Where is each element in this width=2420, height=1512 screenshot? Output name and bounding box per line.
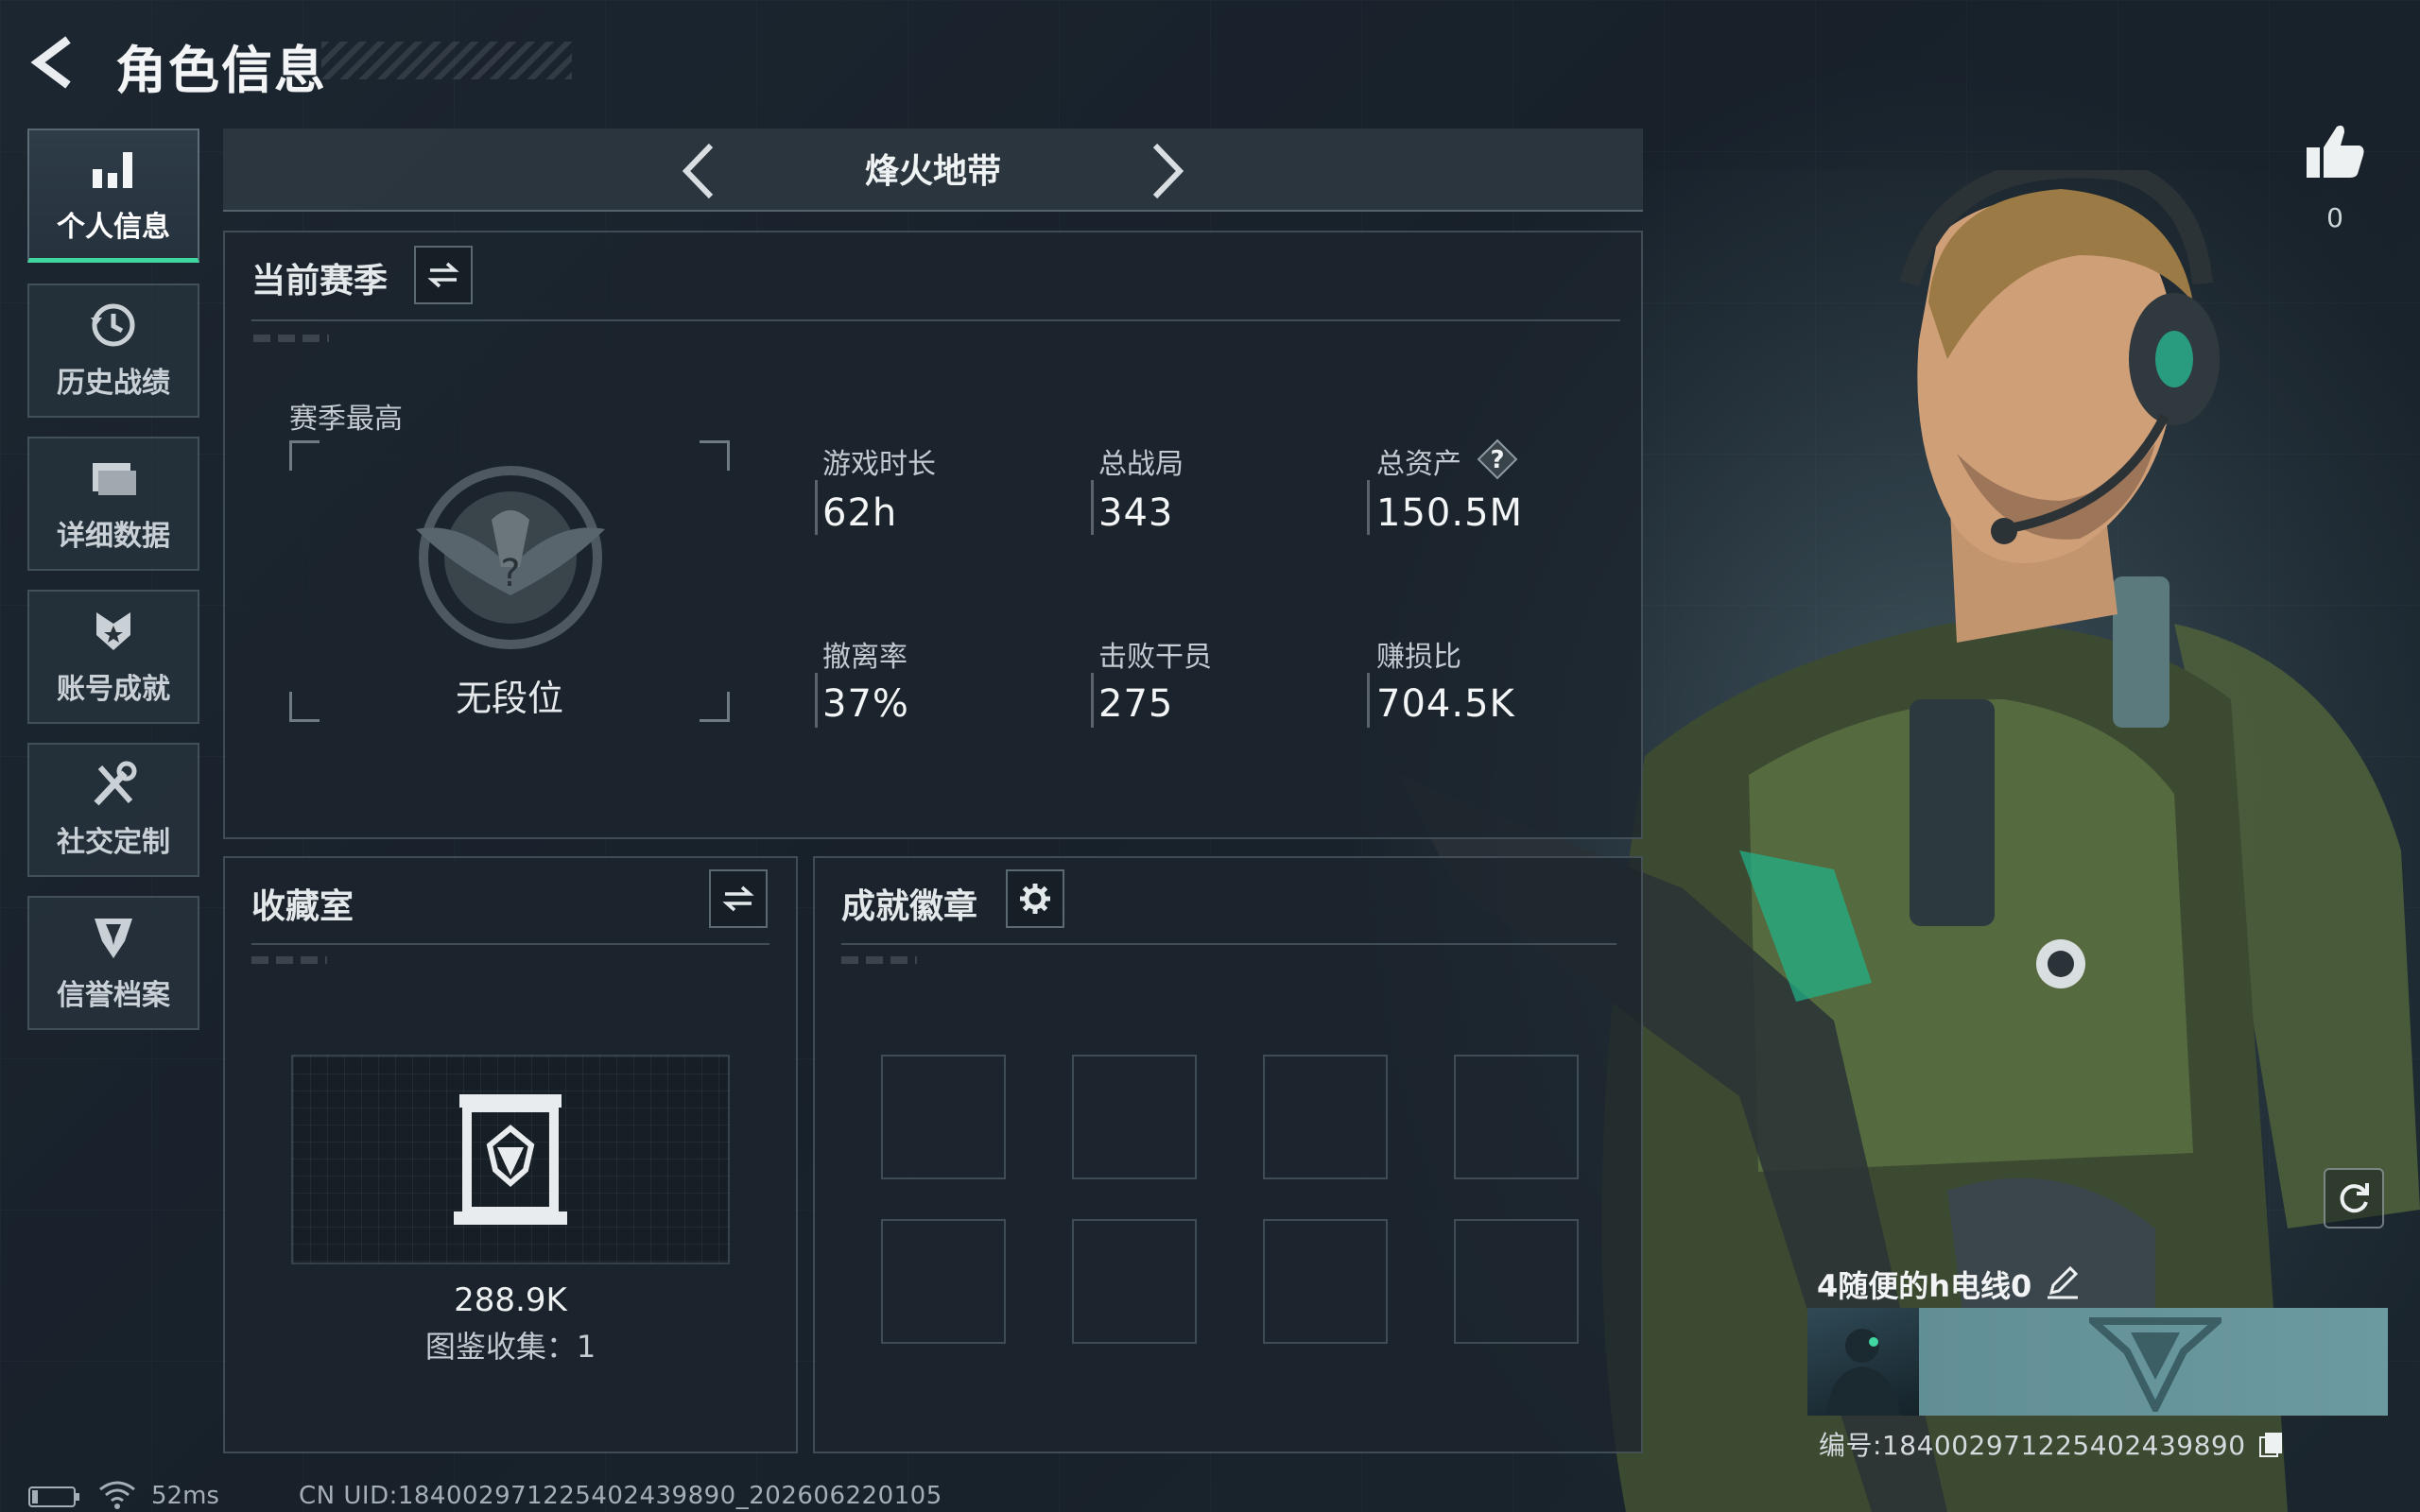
stat-value-total-assets: 150.5M xyxy=(1376,491,1524,535)
sidebar-item-social-customize[interactable]: 社交定制 xyxy=(27,743,199,877)
stat-divider xyxy=(1367,480,1370,535)
stat-value-extraction-rate: 37% xyxy=(822,682,909,726)
collection-switch-button[interactable] xyxy=(709,869,768,928)
sidebar-item-label: 信誉档案 xyxy=(57,979,170,1012)
rank-name: 无段位 xyxy=(455,678,563,719)
season-title: 当前赛季 xyxy=(251,262,389,301)
stat-divider xyxy=(1367,673,1370,728)
stat-divider xyxy=(1091,480,1094,535)
sidebar-item-reputation[interactable]: 信誉档案 xyxy=(27,896,199,1030)
stat-value-profit-ratio: 704.5K xyxy=(1376,682,1515,726)
swap-arrows-icon xyxy=(427,262,459,288)
help-icon[interactable]: ? xyxy=(1477,438,1518,480)
badge-slot[interactable] xyxy=(1454,1055,1579,1179)
badges-title: 成就徽章 xyxy=(841,887,978,926)
sidebar-item-detailed-data[interactable]: 详细数据 xyxy=(27,437,199,571)
ping-label: 52ms xyxy=(151,1482,219,1510)
sidebar-item-label: 详细数据 xyxy=(57,520,170,553)
refresh-button[interactable] xyxy=(2324,1168,2384,1228)
player-avatar[interactable] xyxy=(1807,1308,1919,1416)
divider xyxy=(841,943,1616,945)
stat-value-total-matches: 343 xyxy=(1098,491,1174,535)
battery-icon xyxy=(28,1486,79,1507)
season-best-label: 赛季最高 xyxy=(289,403,403,436)
like-count: 0 xyxy=(2326,202,2343,233)
folder-icon xyxy=(93,463,136,495)
swap-arrows-icon xyxy=(722,885,754,912)
display-case-icon xyxy=(454,1094,567,1225)
stat-divider xyxy=(815,673,818,728)
thumbs-up-icon[interactable] xyxy=(2303,119,2367,183)
collection-value: 288.9K xyxy=(454,1281,567,1319)
stat-value-playtime: 62h xyxy=(822,491,898,535)
title-decoration xyxy=(321,42,572,79)
svg-text:?: ? xyxy=(1490,446,1504,474)
achievement-badge-icon xyxy=(96,612,130,650)
pencil-edit-icon[interactable] xyxy=(2044,1263,2082,1300)
badge-slot[interactable] xyxy=(881,1219,1006,1344)
collection-count: 图鉴收集：1 xyxy=(424,1329,596,1365)
sidebar-item-label: 历史战绩 xyxy=(57,367,170,400)
sidebar-item-personal-info[interactable]: 个人信息 xyxy=(27,129,199,263)
emblem-logo-icon xyxy=(2089,1317,2221,1412)
badge-slot[interactable] xyxy=(1454,1219,1579,1344)
sidebar-item-label: 个人信息 xyxy=(57,210,170,244)
badge-slot[interactable] xyxy=(1072,1219,1197,1344)
stat-label-total-matches: 总战局 xyxy=(1098,448,1184,481)
decor-marks xyxy=(253,335,329,342)
stat-label-kills: 击败干员 xyxy=(1098,641,1212,674)
badge-slot[interactable] xyxy=(881,1055,1006,1179)
stat-label-total-assets: 总资产 xyxy=(1376,448,1461,481)
badge-slot[interactable] xyxy=(1072,1055,1197,1179)
decor-marks xyxy=(841,956,917,964)
svg-text:?: ? xyxy=(500,552,520,595)
stat-value-kills: 275 xyxy=(1098,682,1174,726)
gear-icon xyxy=(1020,884,1050,914)
uid-label: CN UID:184002971225402439890_20260622010… xyxy=(299,1482,942,1510)
shield-emblem-icon xyxy=(95,919,132,958)
copy-icon[interactable] xyxy=(2257,1429,2286,1457)
stat-label-extraction-rate: 撤离率 xyxy=(822,641,908,674)
badge-slot[interactable] xyxy=(1263,1055,1388,1179)
sidebar-item-label: 账号成就 xyxy=(57,673,170,706)
sidebar-item-history[interactable]: 历史战绩 xyxy=(27,284,199,418)
badges-settings-button[interactable] xyxy=(1006,869,1064,928)
mode-name: 烽火地带 xyxy=(864,152,1001,191)
soldier-avatar-icon xyxy=(1826,1329,1900,1416)
divider xyxy=(251,319,1620,321)
refresh-icon xyxy=(2340,1183,2369,1213)
player-name: 4随便的h电线0 xyxy=(1817,1268,2032,1304)
divider xyxy=(251,943,769,945)
player-id: 编号:184002971225402439890 xyxy=(1819,1430,2246,1461)
bar-chart-icon xyxy=(93,151,132,188)
decor-marks xyxy=(251,956,327,964)
sidebar-item-label: 社交定制 xyxy=(57,826,170,859)
switch-season-button[interactable] xyxy=(414,246,473,304)
chevron-right-icon[interactable] xyxy=(1142,140,1193,202)
stat-divider xyxy=(1091,673,1094,728)
page-title: 角色信息 xyxy=(115,41,327,100)
wifi-icon xyxy=(99,1481,135,1509)
sidebar-item-achievements[interactable]: 账号成就 xyxy=(27,590,199,724)
stat-divider xyxy=(815,480,818,535)
stat-label-profit-ratio: 赚损比 xyxy=(1376,641,1461,674)
chevron-left-icon[interactable] xyxy=(673,140,724,202)
stat-label-playtime: 游戏时长 xyxy=(822,448,936,481)
back-arrow-icon[interactable] xyxy=(28,34,85,91)
collection-title: 收藏室 xyxy=(251,887,354,926)
badge-slot[interactable] xyxy=(1263,1219,1388,1344)
eagle-rank-icon: ? xyxy=(416,466,605,649)
tools-icon xyxy=(94,761,137,806)
history-clock-icon xyxy=(91,303,135,347)
